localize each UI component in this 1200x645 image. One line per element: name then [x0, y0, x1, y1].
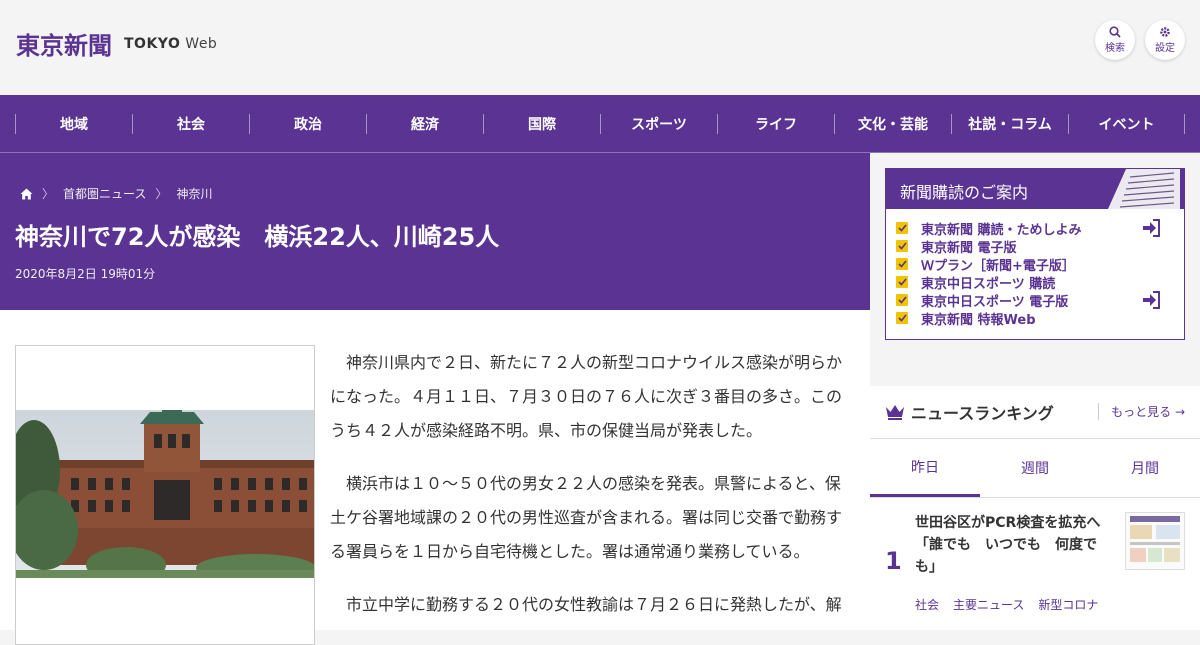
tab-yesterday[interactable]: 昨日: [870, 439, 980, 497]
subscription-item-label: 東京新聞 電子版: [921, 240, 1017, 256]
check-icon: [896, 240, 908, 252]
breadcrumb-item-kanagawa[interactable]: 神奈川: [176, 185, 212, 202]
article-date: 2020年8月2日 19時01分: [15, 267, 156, 281]
page-title: 神奈川で72人が感染 横浜22人、川崎25人: [15, 223, 500, 251]
nav-item-culture[interactable]: 文化・芸能: [834, 113, 951, 134]
subscription-item[interactable]: 東京新聞 電子版: [896, 237, 1176, 256]
site-logo[interactable]: 東京新聞 TOKYO Web: [16, 26, 217, 61]
subscription-item-label: Ｗプラン［新聞+電子版］: [921, 258, 1075, 274]
subscription-item[interactable]: 東京中日スポーツ 購読: [896, 273, 1176, 292]
nav-item-international[interactable]: 国際: [483, 113, 600, 134]
subscription-item-label: 東京中日スポーツ 購読: [921, 276, 1056, 292]
subscription-item[interactable]: 東京中日スポーツ 電子版: [896, 291, 1176, 310]
nav-item-events[interactable]: イベント: [1068, 113, 1185, 134]
breadcrumb: 〉 首都圏ニュース 〉 神奈川: [20, 185, 212, 202]
crown-icon: [886, 405, 904, 420]
ranking-more-link[interactable]: もっと見る →: [1098, 403, 1185, 420]
login-arrow-icon: [1143, 291, 1160, 309]
ranking-tabs: 昨日 週間 月間: [870, 438, 1200, 498]
subscription-title: 新聞購読のご案内: [900, 183, 1029, 202]
news-ranking: ニュースランキング もっと見る → 昨日 週間 月間 1 世田谷区がPCR検査を…: [870, 386, 1200, 630]
ranking-item[interactable]: 1 世田谷区がPCR検査を拡充へ「誰でも いつでも 何度でも」 社会 主要ニュー…: [885, 512, 1185, 612]
search-label: 検索: [1105, 43, 1125, 54]
subscription-box: 新聞購読のご案内 東京新聞 購読・ためしよみ 東京新聞 電子版 Ｗプラン［新聞+…: [885, 168, 1185, 340]
ranking-item-tags: 社会 主要ニュース 新型コロナ: [915, 596, 1098, 613]
logo-web: Web: [185, 35, 218, 52]
site-header: 東京新聞 TOKYO Web 検索 設定: [0, 0, 1200, 95]
ranking-more-label: もっと見る: [1111, 405, 1172, 419]
subscription-item-label: 東京新聞 特報Web: [921, 312, 1036, 328]
tag-link[interactable]: 社会: [915, 596, 939, 613]
subscription-list: 東京新聞 購読・ためしよみ 東京新聞 電子版 Ｗプラン［新聞+電子版］ 東京中日…: [896, 219, 1176, 328]
check-icon: [896, 294, 908, 306]
login-arrow-icon: [1143, 219, 1160, 237]
logo-tokyo: TOKYO: [124, 35, 181, 52]
tab-monthly[interactable]: 月間: [1090, 439, 1200, 497]
subscription-item[interactable]: Ｗプラン［新聞+電子版］: [896, 255, 1176, 274]
subscription-item[interactable]: 東京新聞 特報Web: [896, 309, 1176, 328]
main-nav: 地域 社会 政治 経済 国際 スポーツ ライフ 文化・芸能 社説・コラム イベン…: [0, 95, 1200, 153]
check-icon: [896, 222, 908, 234]
search-icon: [1109, 26, 1121, 38]
logo-english: TOKYO Web: [124, 36, 217, 52]
tag-link[interactable]: 主要ニュース: [953, 596, 1024, 613]
search-button[interactable]: 検索: [1095, 20, 1135, 60]
logo-japanese: 東京新聞: [16, 31, 112, 60]
nav-item-editorial[interactable]: 社説・コラム: [951, 113, 1068, 134]
settings-label: 設定: [1155, 43, 1175, 54]
home-icon[interactable]: [20, 188, 33, 200]
breadcrumb-item-metro[interactable]: 首都圏ニュース: [63, 185, 146, 202]
check-icon: [896, 312, 908, 324]
arrow-right-icon: →: [1174, 405, 1185, 419]
nav-item-region[interactable]: 地域: [15, 113, 132, 134]
article-paragraph: 神奈川県内で２日、新たに７２人の新型コロナウイルス感染が明らかになった。４月１１…: [330, 353, 843, 440]
sidebar: 新聞購読のご案内 東京新聞 購読・ためしよみ 東京新聞 電子版 Ｗプラン［新聞+…: [870, 153, 1200, 630]
check-icon: [896, 258, 908, 270]
article-paragraph: 市立中学に勤務する２０代の女性教諭は７月２６日に発熱したが、解: [346, 595, 842, 614]
nav-item-economy[interactable]: 経済: [366, 113, 483, 134]
newspaper-illustration: [1108, 169, 1180, 209]
ranking-number: 1: [885, 547, 902, 575]
breadcrumb-separator: 〉: [42, 187, 55, 201]
article-text: 神奈川県内で２日、新たに７２人の新型コロナウイルス感染が明らかになった。４月１１…: [330, 346, 844, 641]
article-paragraph: 横浜市は１０～５０代の男女２２人の感染を発表。県警によると、保土ケ谷署地域課の２…: [330, 474, 843, 561]
article-photo-frame[interactable]: [15, 345, 315, 645]
subscription-item[interactable]: 東京新聞 購読・ためしよみ: [896, 219, 1176, 238]
article-photo: [16, 410, 314, 578]
subscription-item-label: 東京中日スポーツ 電子版: [921, 294, 1069, 310]
ranking-header: ニュースランキング もっと見る →: [885, 402, 1185, 423]
gear-icon: [1160, 27, 1170, 37]
ranking-thumbnail[interactable]: [1125, 512, 1185, 570]
tag-link[interactable]: 新型コロナ: [1038, 596, 1098, 613]
nav-item-politics[interactable]: 政治: [249, 113, 366, 134]
nav-item-life[interactable]: ライフ: [717, 113, 834, 134]
nav-item-sports[interactable]: スポーツ: [600, 113, 717, 134]
ranking-title: ニュースランキング: [911, 404, 1054, 423]
article-body-area: 神奈川県内で２日、新たに７２人の新型コロナウイルス感染が明らかになった。４月１１…: [0, 310, 870, 645]
tab-weekly[interactable]: 週間: [980, 439, 1090, 497]
subscription-item-label: 東京新聞 購読・ためしよみ: [921, 222, 1082, 238]
check-icon: [896, 276, 908, 288]
subscription-header: 新聞購読のご案内: [886, 169, 1184, 209]
ranking-item-title[interactable]: 世田谷区がPCR検査を拡充へ「誰でも いつでも 何度でも」: [915, 512, 1115, 578]
nav-item-society[interactable]: 社会: [132, 113, 249, 134]
breadcrumb-separator: 〉: [155, 187, 168, 201]
settings-button[interactable]: 設定: [1145, 20, 1185, 60]
article-title-band: 〉 首都圏ニュース 〉 神奈川 神奈川で72人が感染 横浜22人、川崎25人 2…: [0, 153, 870, 310]
